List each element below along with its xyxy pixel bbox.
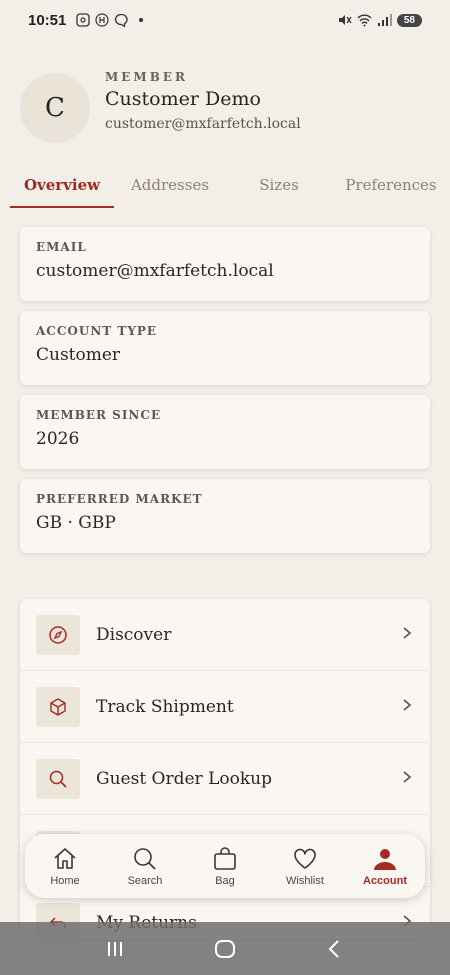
status-bar: 10:51 58 [0, 0, 450, 40]
wifi-icon [357, 14, 372, 27]
email-value: customer@mxfarfetch.local [36, 261, 274, 281]
tab-overview[interactable]: Overview [10, 168, 114, 208]
h-badge-icon [95, 13, 109, 27]
tab-sizes[interactable]: Sizes [226, 168, 332, 208]
status-time: 10:51 [28, 11, 67, 29]
menu-item-track-shipment[interactable]: Track Shipment [20, 671, 430, 743]
preferred-market-value: GB · GBP [36, 513, 116, 533]
signal-icon [377, 14, 392, 26]
member-label: MEMBER [105, 70, 188, 84]
member-since-card: MEMBER SINCE 2026 [20, 395, 430, 469]
chevron-right-icon [400, 697, 414, 716]
nav-bag-label: Bag [215, 874, 235, 887]
person-icon [374, 848, 396, 870]
chevron-right-icon [400, 625, 414, 644]
nav-home-label: Home [50, 874, 80, 887]
nav-search[interactable]: Search [105, 834, 185, 898]
account-type-card: ACCOUNT TYPE Customer [20, 311, 430, 385]
search-icon [134, 847, 156, 870]
email-label: EMAIL [36, 240, 87, 254]
preferred-market-label: PREFERRED MARKET [36, 492, 203, 506]
tab-preferences[interactable]: Preferences [332, 168, 450, 208]
nav-wishlist[interactable]: Wishlist [265, 834, 345, 898]
scan-icon [76, 13, 91, 27]
chevron-right-icon [400, 769, 414, 788]
system-navigation-bar [0, 922, 450, 975]
nav-account-label: Account [363, 874, 407, 887]
battery-indicator: 58 [396, 13, 422, 27]
box-icon [36, 686, 80, 727]
nav-search-label: Search [127, 874, 163, 887]
chat-icon [115, 13, 129, 27]
search-icon [36, 758, 80, 799]
member-name: Customer Demo [105, 88, 261, 110]
menu-label-guest-order-lookup: Guest Order Lookup [96, 768, 272, 789]
member-since-label: MEMBER SINCE [36, 408, 162, 422]
account-type-value: Customer [36, 345, 121, 365]
recent-apps-icon[interactable] [104, 938, 126, 960]
member-email: customer@mxfarfetch.local [105, 116, 301, 132]
menu-label-track-shipment: Track Shipment [96, 696, 234, 717]
notification-icons [76, 13, 144, 27]
member-since-value: 2026 [36, 429, 80, 449]
tab-addresses[interactable]: Addresses [114, 168, 226, 208]
preferred-market-card: PREFERRED MARKET GB · GBP [20, 479, 430, 553]
mute-icon [338, 15, 352, 25]
menu-item-guest-order-lookup[interactable]: Guest Order Lookup [20, 743, 430, 815]
profile-header: C MEMBER Customer Demo customer@mxfarfet… [20, 70, 301, 143]
account-type-label: ACCOUNT TYPE [36, 324, 158, 338]
nav-bag[interactable]: Bag [185, 834, 265, 898]
more-notifications-dot [139, 18, 144, 22]
home-button-icon[interactable] [214, 938, 236, 960]
heart-icon [294, 848, 316, 869]
compass-icon [36, 614, 80, 655]
nav-wishlist-label: Wishlist [286, 874, 324, 887]
nav-account[interactable]: Account [345, 834, 425, 898]
back-icon[interactable] [324, 938, 346, 960]
account-tabs: Overview Addresses Sizes Preferences [10, 168, 450, 208]
menu-label-discover: Discover [96, 624, 172, 645]
home-icon [54, 847, 76, 869]
nav-home[interactable]: Home [25, 834, 105, 898]
bottom-navigation: Home Search Bag Wishlist Account [25, 834, 425, 898]
menu-item-discover[interactable]: Discover [20, 599, 430, 671]
avatar: C [20, 73, 90, 143]
email-card: EMAIL customer@mxfarfetch.local [20, 227, 430, 301]
bag-icon [214, 846, 236, 870]
